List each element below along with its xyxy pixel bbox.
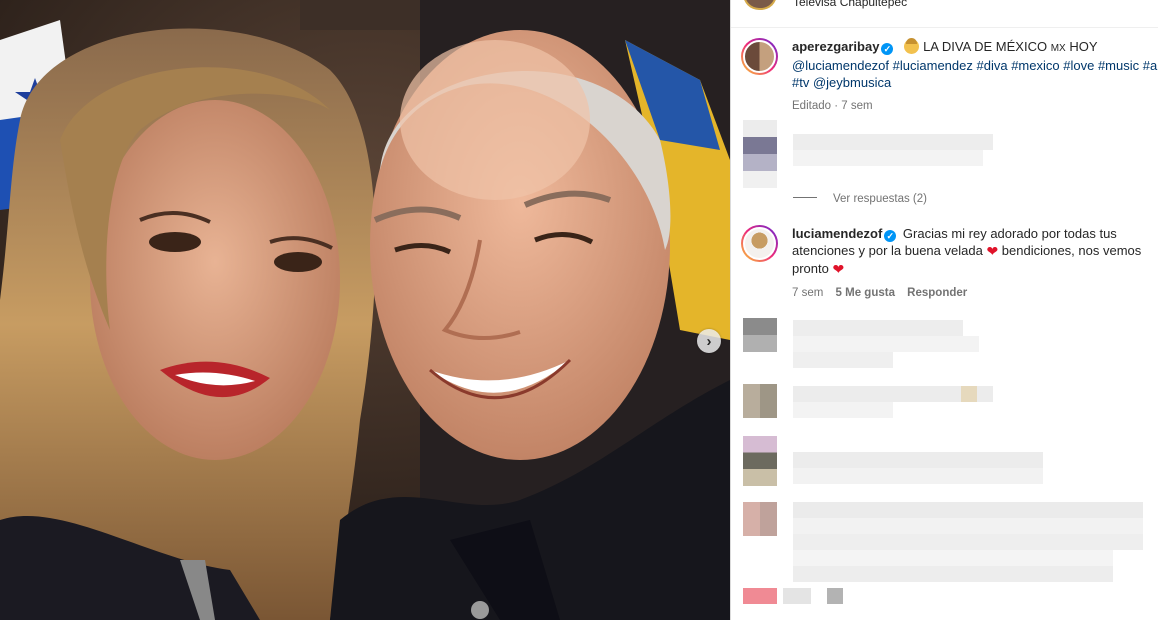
verified-badge-icon: ✓ <box>884 230 897 242</box>
hashtag-link[interactable]: #ar <box>1143 58 1158 73</box>
reply-button[interactable]: Responder <box>907 287 967 299</box>
comments-panel: Televisa Chapultepec aperezgaribay ✓ LA D… <box>730 0 1158 620</box>
hashtag-link[interactable]: #love <box>1063 58 1094 73</box>
selfie-image <box>0 0 730 620</box>
view-replies-label: Ver respuestas (2) <box>833 193 927 205</box>
replies-divider <box>793 197 817 198</box>
mention-link[interactable]: @jeybmusica <box>813 75 891 90</box>
red-heart-icon: ❤ <box>986 243 999 259</box>
post-location[interactable]: Televisa Chapultepec <box>793 0 907 9</box>
view-replies-button[interactable]: Ver respuestas (2) <box>793 193 927 205</box>
edited-label: Editado <box>792 100 832 112</box>
post-header: Televisa Chapultepec <box>731 0 1158 28</box>
hashtag-link[interactable]: #diva <box>977 58 1008 73</box>
reply-username[interactable]: luciamendezof <box>792 226 882 241</box>
caption-meta: Editado · 7 sem <box>792 100 873 112</box>
mention-link[interactable]: @luciamendezof <box>792 58 889 73</box>
caption-avatar[interactable] <box>741 38 778 75</box>
next-photo-button[interactable]: › <box>697 329 721 353</box>
mexico-flag-text: MX <box>1050 43 1066 54</box>
red-heart-icon: ❤ <box>832 261 845 277</box>
hashtag-link[interactable]: #music <box>1098 58 1139 73</box>
instagram-post-view: › Televisa Chapultepec aperezgaribay ✓ LA… <box>0 0 1158 620</box>
caption-username[interactable]: aperezgaribay <box>792 39 879 54</box>
hashtag-link[interactable]: #mexico <box>1011 58 1059 73</box>
reply-avatar[interactable] <box>741 225 778 262</box>
caption-text-after: HOY <box>1069 39 1098 54</box>
caption-body: aperezgaribay ✓ LA DIVA DE MÉXICO MX HOY … <box>792 38 1158 115</box>
hashtag-link[interactable]: #tv <box>792 75 809 90</box>
reply-body: luciamendezof ✓ Gracias mi rey adorado po… <box>792 225 1158 302</box>
caption-text: LA DIVA DE MÉXICO <box>923 39 1048 54</box>
woman-emoji-icon <box>904 38 920 54</box>
hashtag-link[interactable]: #luciamendez <box>893 58 973 73</box>
reply-meta: 7 sem 5 Me gusta Responder <box>792 285 1158 302</box>
likes-count[interactable]: 5 Me gusta <box>836 287 895 299</box>
caption-time[interactable]: 7 sem <box>841 100 872 112</box>
verified-badge-icon: ✓ <box>881 43 894 55</box>
author-avatar[interactable] <box>743 0 777 10</box>
chevron-right-icon: › <box>706 332 712 350</box>
reply-time[interactable]: 7 sem <box>792 287 823 299</box>
post-photo: › <box>0 0 730 620</box>
